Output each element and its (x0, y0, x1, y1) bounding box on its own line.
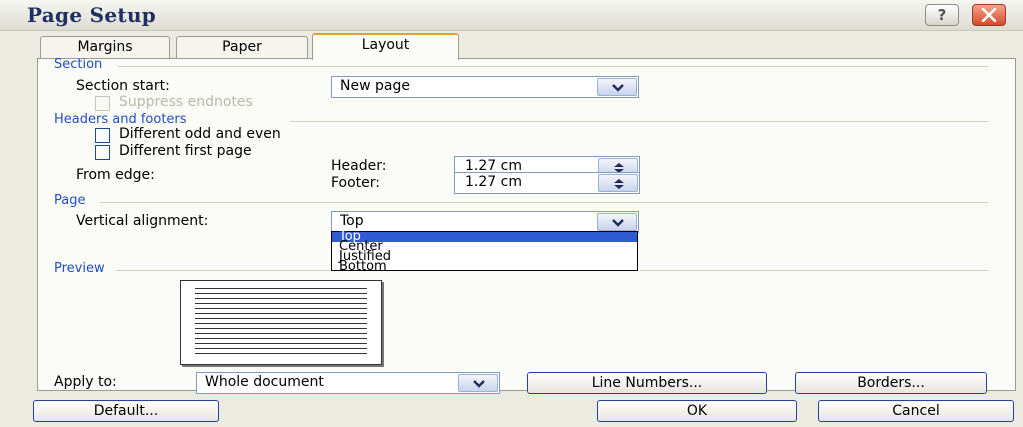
suppress-endnotes-label: Suppress endnotes (119, 94, 253, 110)
preview-line (195, 333, 367, 334)
chevron-down-icon (612, 219, 624, 227)
different-odd-even-checkbox[interactable] (95, 128, 110, 143)
apply-to-value: Whole document (205, 374, 324, 390)
different-first-page-label: Different first page (119, 143, 252, 159)
tab-margins[interactable]: Margins (40, 36, 170, 58)
borders-button[interactable]: Borders... (795, 372, 987, 394)
preview-line (195, 298, 367, 299)
footer-distance-value: 1.27 cm (465, 174, 522, 190)
vertical-alignment-value: Top (340, 213, 364, 229)
section-start-label: Section start: (76, 78, 170, 94)
from-edge-label: From edge: (76, 167, 155, 183)
help-button[interactable]: ? (925, 4, 959, 26)
preview-line (195, 343, 367, 344)
section-heading: Section (54, 57, 103, 72)
question-mark-icon: ? (937, 6, 947, 24)
header-distance-label: Header: (331, 158, 387, 174)
tab-layout-label: Layout (361, 37, 410, 53)
apply-to-dropdown-button[interactable] (458, 374, 498, 392)
footer-distance-label: Footer: (331, 175, 381, 191)
page-heading: Page (54, 193, 86, 208)
preview-line (195, 288, 367, 289)
section-divider (118, 66, 988, 67)
line-numbers-button[interactable]: Line Numbers... (527, 372, 767, 394)
vertical-alignment-dropdown-button[interactable] (597, 213, 637, 231)
default-button[interactable]: Default... (33, 400, 219, 422)
preview-line (195, 313, 367, 314)
cancel-button[interactable]: Cancel (818, 400, 1014, 422)
option-bottom[interactable]: Bottom (332, 260, 637, 273)
page-divider (100, 202, 988, 203)
section-start-select[interactable]: New page (331, 76, 639, 98)
preview-line (195, 293, 367, 294)
spinner-arrows-icon (614, 179, 624, 189)
different-first-page-checkbox[interactable] (95, 145, 110, 160)
headers-footers-divider (290, 121, 988, 122)
section-start-value: New page (340, 78, 410, 94)
vertical-alignment-select[interactable]: Top (331, 211, 639, 233)
close-button[interactable] (972, 4, 1006, 26)
footer-spinner[interactable] (598, 174, 638, 192)
title-bar[interactable]: Page Setup ? (0, 0, 1023, 31)
ok-button[interactable]: OK (597, 400, 797, 422)
tab-margins-label: Margins (77, 39, 133, 55)
page-setup-dialog: Page Setup ? Margins Paper Layout Sectio… (0, 0, 1023, 427)
chevron-down-icon (473, 380, 485, 388)
preview-line (195, 308, 367, 309)
preview-divider-left (116, 270, 330, 271)
apply-to-label: Apply to: (54, 374, 117, 390)
preview-divider (640, 270, 988, 271)
section-start-dropdown-button[interactable] (597, 78, 637, 96)
suppress-endnotes-checkbox[interactable] (95, 96, 110, 111)
headers-footers-heading: Headers and footers (54, 112, 187, 127)
tab-paper[interactable]: Paper (176, 36, 308, 58)
preview-heading: Preview (54, 261, 105, 276)
preview-line (195, 353, 367, 354)
preview-line (195, 303, 367, 304)
preview-line (195, 318, 367, 319)
preview-line (195, 328, 367, 329)
preview-line (195, 323, 367, 324)
preview-line (195, 348, 367, 349)
footer-distance-field[interactable]: 1.27 cm (454, 172, 640, 194)
tab-layout[interactable]: Layout (312, 33, 459, 60)
dialog-title: Page Setup (27, 3, 157, 27)
different-odd-even-label: Different odd and even (119, 126, 281, 142)
tab-paper-label: Paper (222, 39, 262, 55)
vertical-alignment-options-list[interactable]: Top Center Justified Bottom (331, 230, 638, 273)
close-icon (981, 8, 997, 22)
chevron-down-icon (612, 84, 624, 92)
preview-line (195, 338, 367, 339)
vertical-alignment-label: Vertical alignment: (76, 213, 209, 229)
apply-to-select[interactable]: Whole document (196, 372, 500, 394)
page-preview (180, 280, 382, 365)
